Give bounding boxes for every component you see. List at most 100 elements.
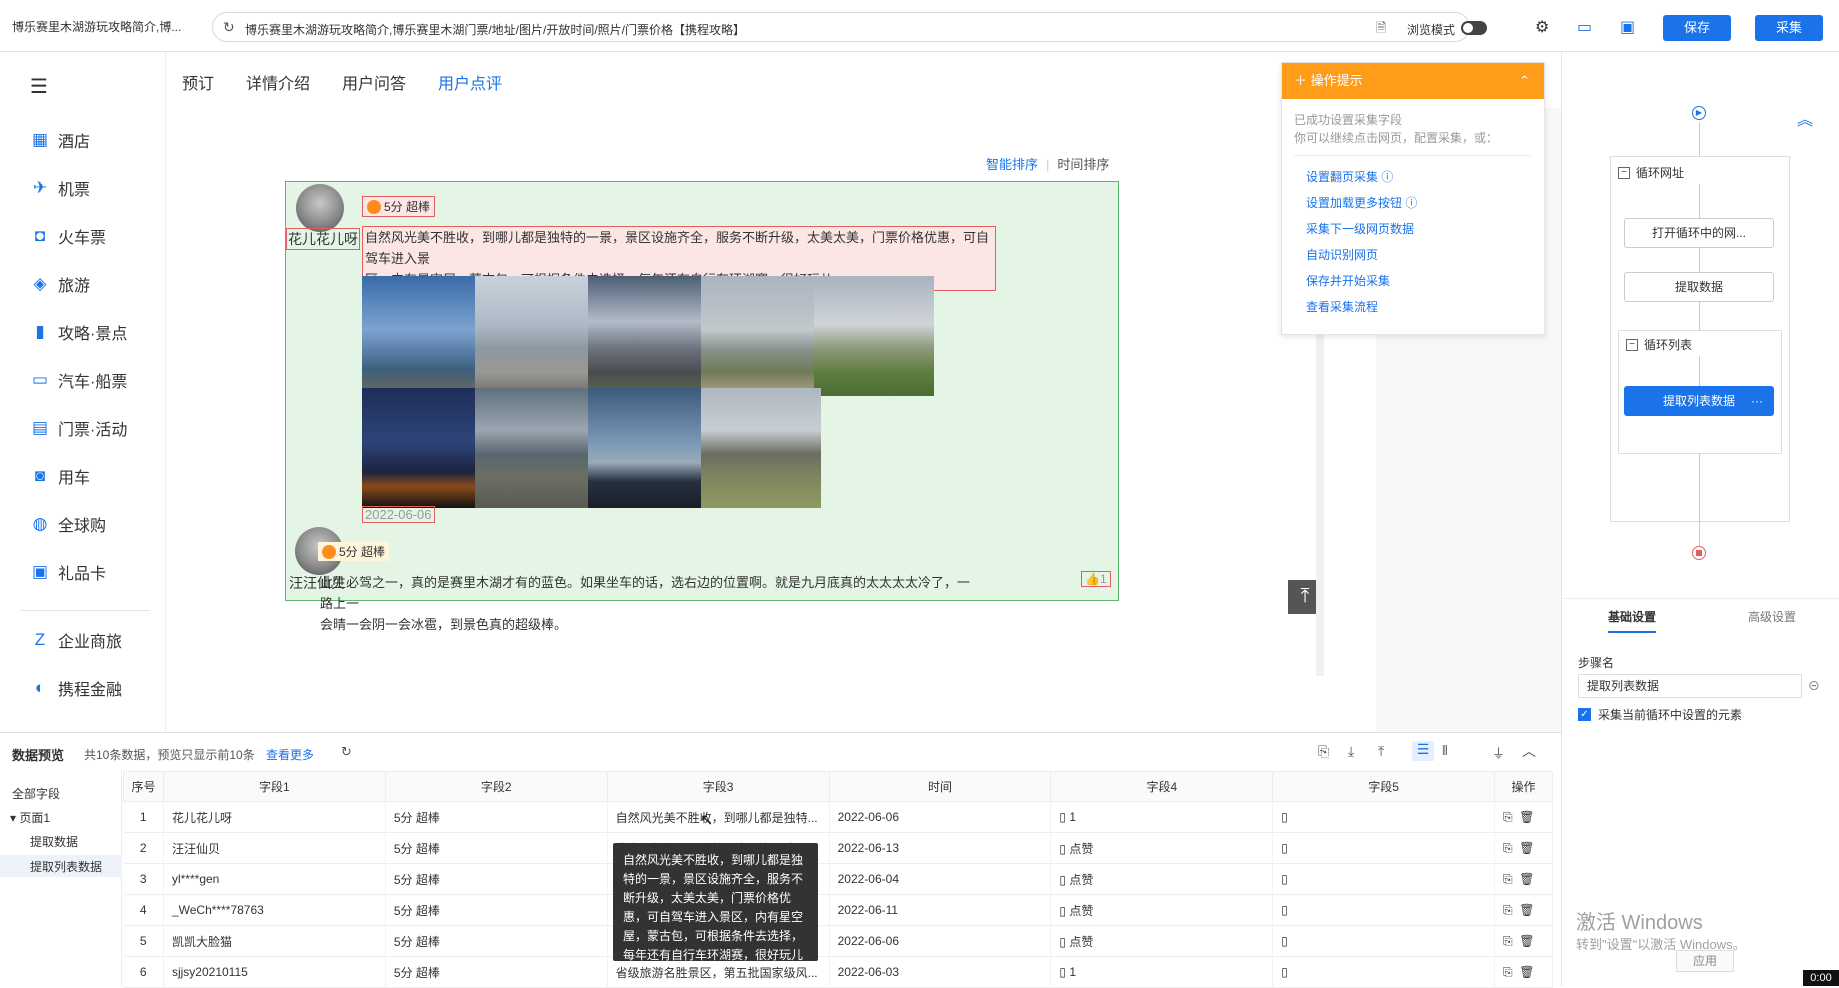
trash-icon[interactable]: 🗑	[1519, 965, 1534, 979]
play-icon[interactable]: ▶	[1692, 106, 1706, 120]
nav-item-travel[interactable]: ◈ 旅游	[30, 272, 90, 296]
cell[interactable]: 5分 超棒	[385, 801, 608, 833]
cell[interactable]: 5分 超棒	[385, 894, 608, 926]
nav-item-guide[interactable]: ▮ 攻略·景点	[30, 320, 127, 344]
cell[interactable]: 5分 超棒	[385, 956, 608, 988]
review-item-selected[interactable]: 花儿花儿呀 5分 超棒 自然风光美不胜收，到哪儿都是独特的一景，景区设施齐全，服…	[285, 181, 1119, 601]
loop-list-header[interactable]: − 循环列表	[1626, 336, 1692, 353]
review-photo[interactable]	[701, 388, 821, 508]
view-more-link[interactable]: 查看更多	[266, 746, 314, 763]
cell[interactable]: 自然风光美不胜收，到哪儿都是独特...	[607, 801, 830, 833]
trash-icon[interactable]: 🗑	[1519, 934, 1534, 948]
review-photo[interactable]	[362, 276, 482, 396]
trash-icon[interactable]: 🗑	[1519, 872, 1534, 886]
tip-link-view-flow[interactable]: 查看采集流程	[1282, 294, 1544, 320]
trash-icon[interactable]: 🗑	[1519, 810, 1534, 824]
nav-item-hotel[interactable]: ▦ 酒店	[30, 128, 90, 152]
sort-smart[interactable]: 智能排序	[986, 157, 1038, 172]
review-photo[interactable]	[814, 276, 934, 396]
edit-icon[interactable]: ⎘	[1503, 841, 1513, 855]
review-username[interactable]: 花儿花儿呀	[286, 228, 360, 250]
address-bar[interactable]: ↻ 博乐赛里木湖游玩攻略简介,博乐赛里木湖门票/地址/图片/开放时间/照片/门票…	[212, 12, 1487, 42]
nav-item-flight[interactable]: ✈ 机票	[30, 176, 90, 200]
nav-item-giftcard[interactable]: ▣ 礼品卡	[30, 560, 106, 584]
edit-icon[interactable]: ⎘	[1503, 965, 1513, 979]
nav-item-business[interactable]: Z 企业商旅	[30, 628, 122, 652]
panel-layout-icon[interactable]: ▭	[1577, 17, 1592, 37]
tree-extract[interactable]: 提取数据	[30, 833, 78, 850]
col-header[interactable]: 字段1	[162, 771, 386, 802]
edit-icon[interactable]: ⎘	[1503, 934, 1513, 948]
refresh-icon[interactable]: ↻	[341, 744, 352, 760]
tab-reviews[interactable]: 用户点评	[438, 70, 502, 94]
list-view-icon[interactable]: ☰	[1412, 741, 1434, 761]
tab-title[interactable]: 博乐赛里木湖游玩攻略简介,博...	[12, 18, 192, 35]
like-button[interactable]: 👍1	[1081, 571, 1111, 587]
cell[interactable]: ▯	[1272, 925, 1495, 957]
trash-icon[interactable]: 🗑	[1519, 841, 1534, 855]
cell[interactable]: 5分 超棒	[385, 925, 608, 957]
chevron-up-icon[interactable]: ︿	[1522, 741, 1536, 761]
nav-item-global[interactable]: ◍ 全球购	[30, 512, 106, 536]
nav-item-finance[interactable]: ◐ 携程金融	[30, 676, 122, 700]
cell[interactable]: 2022-06-06	[829, 801, 1052, 833]
tab-booking[interactable]: 预订	[182, 70, 214, 94]
tab-advanced-settings[interactable]: 高级设置	[1748, 608, 1796, 625]
col-header[interactable]: 字段2	[384, 771, 608, 802]
save-button[interactable]: 保存	[1663, 15, 1731, 41]
avatar[interactable]	[296, 184, 344, 232]
review-photo[interactable]	[701, 276, 821, 396]
col-header[interactable]: 时间	[828, 771, 1052, 802]
gear-icon[interactable]: ⚙	[1535, 17, 1549, 37]
nav-item-bus[interactable]: ▭ 汽车·船票	[30, 368, 127, 392]
edit-icon[interactable]: ⎘	[1503, 903, 1513, 917]
table-row[interactable]: 2汪汪仙贝5分 超棒此生必驾之一，真的是赛里木湖才有...2022-06-13▯…	[123, 832, 1554, 864]
flow-node-extract-list[interactable]: 提取列表数据 ···	[1624, 386, 1774, 416]
review-photo[interactable]	[362, 388, 482, 508]
export-icon[interactable]: ⎘	[1318, 743, 1329, 760]
tab-qa[interactable]: 用户问答	[342, 70, 406, 94]
col-header[interactable]: 字段4	[1050, 771, 1274, 802]
review-photo[interactable]	[475, 276, 595, 396]
review-text[interactable]: 此生必驾之一，真的是赛里木湖才有的蓝色。如果坐车的话，选右边的位置啊。就是九月底…	[320, 572, 980, 635]
help-icon[interactable]: ⓘ	[1405, 196, 1417, 210]
sort-time[interactable]: 时间排序	[1057, 157, 1109, 172]
cell[interactable]: sjjsy20210115	[163, 956, 386, 988]
loop-url-header[interactable]: − 循环网址	[1618, 164, 1684, 181]
cell[interactable]: 花儿花儿呀	[163, 801, 386, 833]
cell[interactable]: 汪汪仙贝	[163, 832, 386, 864]
table-row[interactable]: 4 _WeCh****78763 5分 超棒 2022-06-11 ▯ 点赞 ▯ ⎘ 🗑	[123, 894, 1554, 926]
trash-icon[interactable]: 🗑	[1519, 903, 1534, 917]
nav-item-ticket[interactable]: ▤ 门票·活动	[30, 416, 127, 440]
cell[interactable]: ▯ 1	[1050, 956, 1274, 988]
window-layout-icon[interactable]: ▣	[1620, 17, 1635, 37]
cell[interactable]: ▯	[1272, 956, 1495, 988]
table-row[interactable]: 6 sjjsy20210115 5分 超棒 省级旅游名胜景区，第五批国家级风... 20…	[123, 956, 1554, 988]
chevron-up-icon[interactable]: ⌃	[1519, 63, 1530, 99]
cell[interactable]: yl****gen	[163, 863, 386, 895]
cell[interactable]: 2022-06-11	[829, 894, 1052, 926]
review-photo[interactable]	[588, 388, 708, 508]
download-icon[interactable]: ⤓	[1348, 743, 1354, 760]
browse-mode-toggle[interactable]	[1461, 21, 1487, 35]
table-row[interactable]: 1 花儿花儿呀 5分 超棒 自然风光美不胜收，到哪儿都是独特... 2022-06-06…	[123, 801, 1554, 833]
nav-item-car[interactable]: ◙ 用车	[30, 464, 90, 488]
step-name-input[interactable]: 提取列表数据	[1578, 674, 1802, 698]
document-icon[interactable]: 🗎	[1376, 19, 1386, 41]
cell[interactable]: ▯	[1272, 863, 1495, 895]
cell[interactable]: 2022-06-03	[829, 956, 1052, 988]
more-icon[interactable]: ···	[1751, 387, 1763, 415]
cell[interactable]: ▯	[1272, 801, 1495, 833]
filter-icon[interactable]: ⏚	[1492, 743, 1505, 762]
cell[interactable]: 2022-06-06	[829, 925, 1052, 957]
tab-basic-settings[interactable]: 基础设置	[1608, 608, 1657, 633]
review-photo[interactable]	[475, 388, 595, 508]
stop-icon[interactable]	[1692, 546, 1706, 560]
upload-icon[interactable]: ⤒	[1378, 743, 1384, 760]
cell[interactable]: 5分 超棒	[385, 863, 608, 895]
url-text[interactable]: 博乐赛里木湖游玩攻略简介,博乐赛里木湖门票/地址/图片/开放时间/照片/门票价格…	[245, 21, 745, 38]
reload-icon[interactable]: ↻	[223, 19, 235, 36]
cell[interactable]: 5分 超棒	[385, 832, 608, 864]
tree-all-fields[interactable]: 全部字段	[12, 785, 60, 802]
menu-icon[interactable]: ☰	[30, 74, 48, 99]
